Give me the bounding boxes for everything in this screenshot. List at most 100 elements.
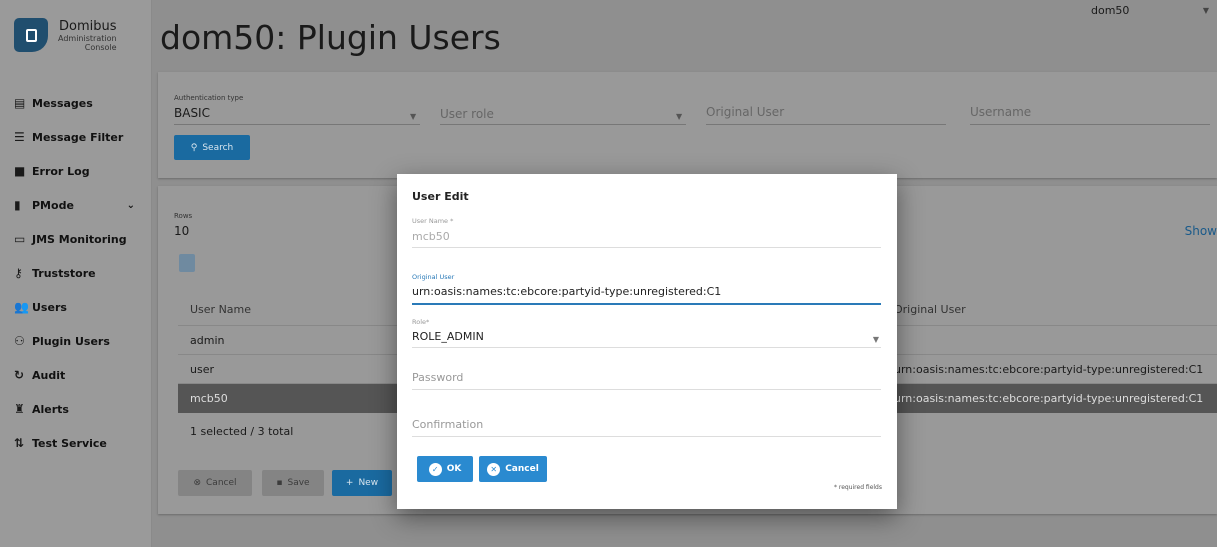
search-button-label: Search [202, 142, 234, 153]
user-role-select[interactable]: User role [440, 107, 494, 121]
selection-count: 1 selected / 3 total [190, 424, 294, 438]
brand-title: Domibus [59, 18, 117, 34]
auth-type-underline [174, 124, 420, 125]
sidebar-item-error-log[interactable]: ■ Error Log [0, 154, 151, 188]
role-underline [412, 347, 881, 348]
column-header-username[interactable]: User Name [190, 303, 251, 316]
save-button[interactable]: ▪ Save [262, 470, 324, 496]
dropdown-arrow-icon: ▼ [872, 335, 879, 344]
sidebar-item-users[interactable]: 👥 Users [0, 290, 151, 324]
cell-username: mcb50 [190, 392, 228, 405]
sidebar-item-messages[interactable]: ▤ Messages [0, 86, 151, 120]
dropdown-arrow-icon: ▼ [410, 112, 417, 121]
username-input[interactable]: Username [970, 105, 1031, 119]
sidebar-item-label: Plugin Users [32, 334, 110, 348]
search-icon: ⚲ [190, 142, 198, 153]
new-button[interactable]: + New [332, 470, 392, 496]
export-csv-icon[interactable] [179, 254, 195, 272]
original-user-field[interactable]: urn:oasis:names:tc:ebcore:partyid-type:u… [412, 285, 721, 298]
sidebar-item-message-filter[interactable]: ☰ Message Filter [0, 120, 151, 154]
brand-subtitle-2: Console [84, 42, 117, 52]
confirmation-field[interactable]: Confirmation [412, 418, 483, 431]
required-fields-note: * required fields [833, 484, 882, 491]
sidebar-item-label: JMS Monitoring [32, 232, 127, 246]
search-button[interactable]: ⚲ Search [174, 135, 250, 160]
chevron-down-icon: ⌄ [126, 199, 135, 211]
auth-type-select[interactable]: BASIC [174, 106, 210, 120]
dialog-cancel-button-label: Cancel [505, 464, 539, 474]
sidebar-item-plugin-users[interactable]: ⚇ Plugin Users [0, 324, 151, 358]
username-field-label: User Name * [412, 217, 454, 225]
ok-button-label: OK [446, 464, 462, 474]
domain-select[interactable]: dom50 ▼ [1091, 4, 1209, 17]
rows-select[interactable]: 10 [174, 224, 189, 238]
save-button-label: Save [287, 478, 310, 488]
cancel-icon: ✕ [487, 462, 501, 476]
original-user-underline [412, 303, 881, 305]
filter-card: Authentication type BASIC ▼ User role ▼ … [158, 72, 1217, 178]
sidebar-item-label: Truststore [32, 266, 96, 280]
sidebar-item-pmode[interactable]: ▮ PMode ⌄ [0, 188, 151, 222]
user-edit-dialog: User Edit User Name * mcb50 Original Use… [397, 174, 897, 509]
cell-username: admin [190, 333, 225, 347]
domain-select-value: dom50 [1091, 4, 1130, 17]
sidebar-item-test-service[interactable]: ⇅ Test Service [0, 426, 151, 460]
sidebar-item-label: Error Log [32, 164, 90, 178]
sidebar-nav: ▤ Messages ☰ Message Filter ■ Error Log ▮ PM… [0, 86, 151, 460]
dropdown-arrow-icon: ▼ [676, 112, 683, 121]
sidebar-item-audit[interactable]: ↻ Audit [0, 358, 151, 392]
sidebar-item-label: Alerts [32, 402, 69, 416]
plugin-users-icon: ⚇ [14, 334, 25, 348]
sidebar-item-label: Test Service [32, 436, 107, 450]
confirmation-underline [412, 436, 881, 437]
sidebar-item-truststore[interactable]: ⚷ Truststore [0, 256, 151, 290]
role-field-label: Role* [412, 318, 430, 326]
username-field: mcb50 [412, 230, 450, 243]
domibus-logo-icon [14, 18, 48, 52]
user-role-underline [440, 124, 686, 125]
filter-icon: ☰ [14, 130, 25, 144]
sidebar-item-label: Users [32, 300, 67, 314]
save-icon: ▪ [276, 478, 283, 488]
plus-icon: + [345, 478, 354, 488]
original-user-underline [706, 124, 946, 125]
username-underline [970, 124, 1210, 125]
bell-icon: ♜ [14, 402, 25, 416]
rows-label: Rows [174, 212, 193, 220]
cell-original-user: urn:oasis:names:tc:ebcore:partyid-type:u… [894, 362, 1204, 376]
audit-icon: ↻ [14, 368, 25, 382]
document-icon: ▮ [14, 198, 21, 212]
sidebar-item-jms-monitoring[interactable]: ▭ JMS Monitoring [0, 222, 151, 256]
password-field[interactable]: Password [412, 371, 463, 384]
sidebar-item-label: Messages [32, 96, 93, 110]
cancel-button[interactable]: ⊗ Cancel [178, 470, 252, 496]
sidebar-item-label: Message Filter [32, 130, 124, 144]
original-user-field-label: Original User [412, 273, 455, 281]
sidebar-item-label: PMode [32, 198, 74, 212]
ok-button[interactable]: ✓ OK [417, 456, 473, 482]
brand: Domibus Administration Console [0, 0, 151, 70]
brand-subtitle: Administration [58, 33, 117, 43]
test-icon: ⇅ [14, 436, 25, 450]
message-icon: ▤ [14, 96, 26, 110]
role-select[interactable]: ROLE_ADMIN [412, 330, 484, 343]
password-underline [412, 389, 881, 390]
sidebar-item-label: Audit [32, 368, 66, 382]
check-icon: ✓ [428, 462, 442, 476]
dialog-cancel-button[interactable]: ✕ Cancel [479, 456, 547, 482]
sidebar: Domibus Administration Console ▤ Messages… [0, 0, 152, 547]
original-user-input[interactable]: Original User [706, 105, 784, 119]
key-icon: ⚷ [14, 266, 23, 280]
show-columns-link[interactable]: Show [1185, 224, 1217, 238]
dialog-title: User Edit [412, 190, 469, 203]
cell-original-user: urn:oasis:names:tc:ebcore:partyid-type:u… [894, 392, 1204, 405]
column-header-original-user[interactable]: Original User [894, 303, 966, 316]
error-icon: ■ [14, 164, 26, 178]
cell-username: user [190, 362, 214, 376]
auth-type-label: Authentication type [174, 94, 244, 102]
new-button-label: New [358, 478, 379, 488]
username-underline [412, 247, 881, 248]
sidebar-item-alerts[interactable]: ♜ Alerts [0, 392, 151, 426]
cancel-icon: ⊗ [193, 478, 202, 488]
users-icon: 👥 [14, 300, 29, 314]
